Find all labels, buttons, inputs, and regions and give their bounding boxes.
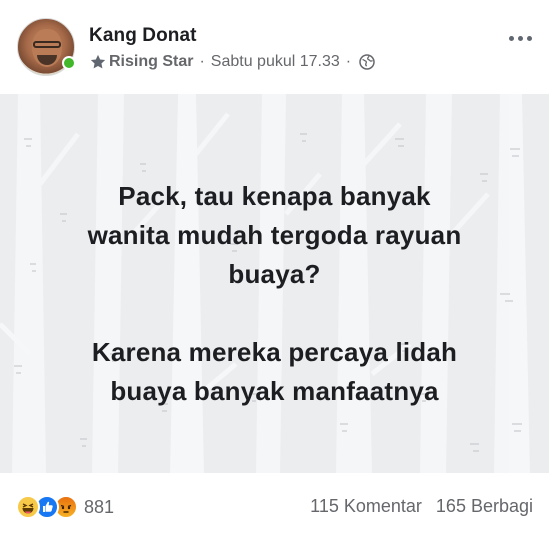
badge-label[interactable]: Rising Star [109,53,193,71]
meta-separator: · [199,53,205,70]
post-text-line: wanita mudah tergoda rayuan [87,220,462,250]
reaction-summary[interactable]: 881 [16,495,114,519]
post-text-line: Pack, tau kenapa banyak [118,181,431,211]
engagement-counts: 115 Komentar 165 Berbagi [310,496,533,517]
more-options-button[interactable] [505,28,535,48]
haha-reaction-icon [16,495,40,519]
author-name[interactable]: Kang Donat [89,25,197,47]
post-meta: Rising Star · Sabtu pukul 17.33 · [89,53,375,71]
reaction-count[interactable]: 881 [84,497,114,518]
post-text-spacer [20,294,529,333]
online-status-indicator [62,56,76,70]
more-dot-icon [526,35,532,41]
post-timestamp[interactable]: Sabtu pukul 17.33 [211,53,340,71]
post-text-line: buaya? [228,259,321,289]
more-dot-icon [517,35,523,41]
post-text-line: Karena mereka percaya lidah [91,337,458,367]
post-background-card[interactable]: Pack, tau kenapa banyak wanita mudah ter… [0,94,549,473]
rising-star-icon [89,53,107,71]
more-dot-icon [508,35,514,41]
post-footer: 881 115 Komentar 165 Berbagi [0,473,549,546]
globe-icon[interactable] [359,54,375,70]
post-text: Pack, tau kenapa banyak wanita mudah ter… [20,177,529,411]
avatar-glasses [33,41,61,48]
comment-count[interactable]: 115 Komentar [310,496,422,517]
share-count[interactable]: 165 Berbagi [436,496,533,517]
meta-separator-2: · [345,53,352,70]
post-header: Kang Donat Rising Star · Sabtu pukul 17.… [0,0,549,94]
facebook-post: Kang Donat Rising Star · Sabtu pukul 17.… [0,0,549,546]
post-text-line: buaya banyak manfaatnya [110,376,439,406]
